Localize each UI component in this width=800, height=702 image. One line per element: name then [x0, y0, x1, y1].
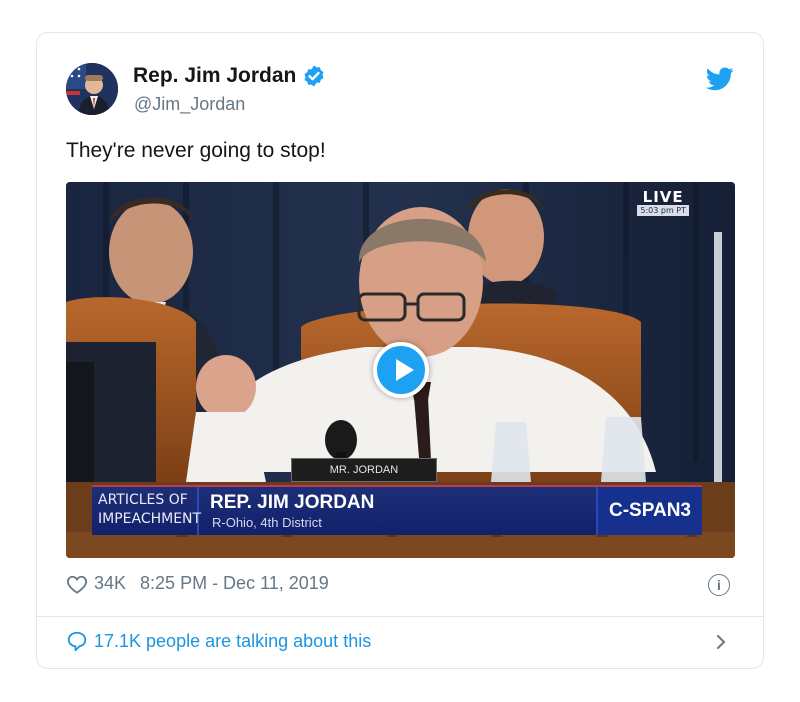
- tweet-meta: 34K 8:25 PM - Dec 11, 2019: [66, 573, 329, 594]
- lower-third-topic: ARTICLES OF IMPEACHMENT: [92, 487, 202, 535]
- chevron-right-icon[interactable]: [715, 633, 727, 651]
- divider: [37, 616, 763, 617]
- lower-third-subtitle: R-Ohio, 4th District: [212, 515, 322, 530]
- video-player[interactable]: LIVE 5:03 pm PT MR. JORDAN ARTICLES OF I…: [66, 182, 735, 558]
- live-time: 5:03 pm PT: [637, 205, 689, 216]
- avatar[interactable]: [66, 63, 118, 115]
- tweet-card: Rep. Jim Jordan @Jim_Jordan They're neve…: [36, 32, 764, 669]
- like-count[interactable]: 34K: [94, 573, 126, 594]
- video-nameplate: MR. JORDAN: [291, 458, 437, 482]
- tweet-timestamp[interactable]: 8:25 PM - Dec 11, 2019: [140, 573, 329, 594]
- lower-third-topic-line-1: ARTICLES OF: [98, 492, 188, 508]
- lower-third-topic-line-2: IMPEACHMENT: [98, 511, 202, 527]
- video-lower-third: ARTICLES OF IMPEACHMENT REP. JIM JORDAN …: [92, 485, 702, 535]
- author-name-row[interactable]: Rep. Jim Jordan: [133, 64, 326, 88]
- live-indicator: LIVE 5:03 pm PT: [637, 189, 689, 216]
- channel-logo: C-SPAN3: [596, 487, 702, 535]
- tweet-text: They're never going to stop!: [66, 139, 326, 162]
- twitter-bird-icon[interactable]: [706, 67, 734, 91]
- author-name[interactable]: Rep. Jim Jordan: [133, 64, 296, 88]
- verified-badge-icon: [304, 65, 324, 87]
- lower-third-name: REP. JIM JORDAN: [210, 492, 375, 513]
- heart-icon[interactable]: [66, 574, 88, 594]
- live-label: LIVE: [642, 188, 684, 206]
- info-icon[interactable]: i: [708, 574, 730, 596]
- author-handle[interactable]: @Jim_Jordan: [134, 94, 245, 115]
- conversation-link[interactable]: 17.1K people are talking about this: [66, 630, 371, 652]
- speech-bubble-icon: [67, 631, 87, 652]
- conversation-text[interactable]: 17.1K people are talking about this: [94, 631, 371, 652]
- play-icon[interactable]: [373, 342, 429, 398]
